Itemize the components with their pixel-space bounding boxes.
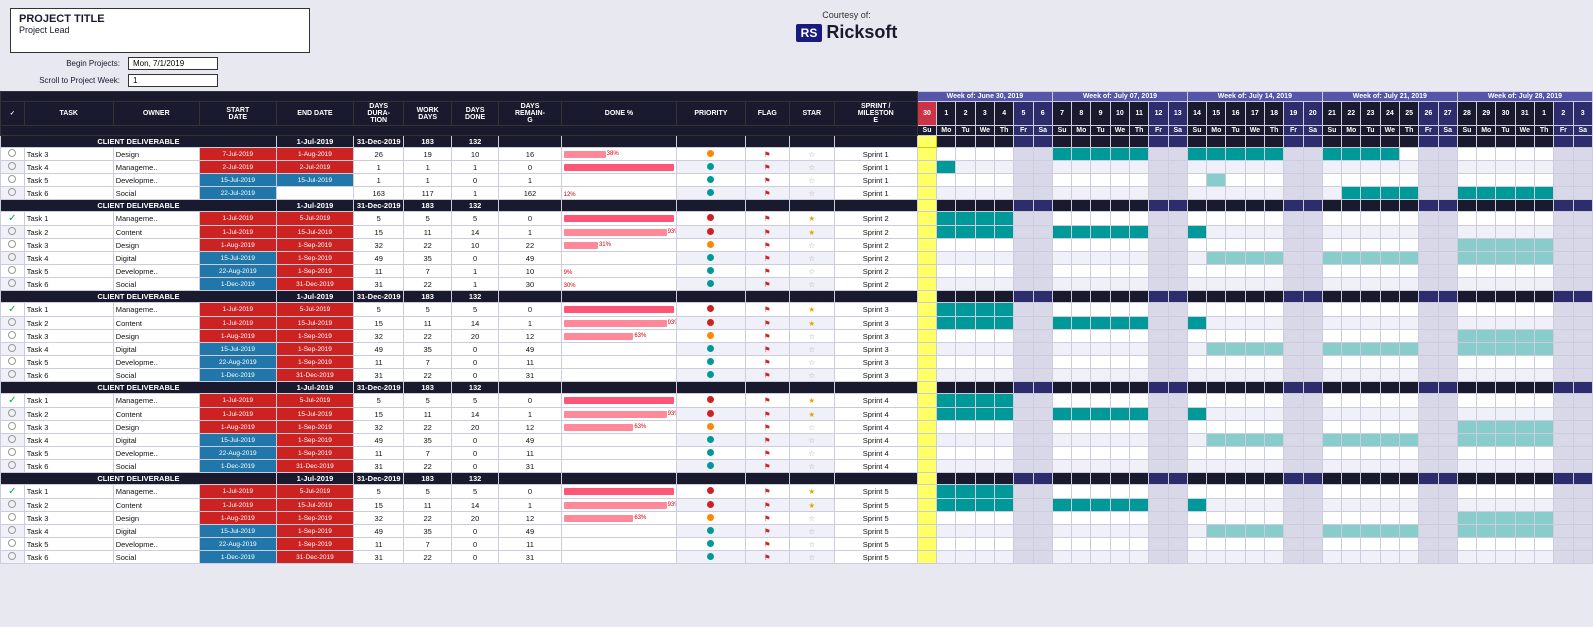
- task-row: Task 3Design 1-Aug-20191-Sep-2019 3222 2…: [1, 512, 1593, 525]
- task-row: Task 5 Developme.. 15-Jul-2019 15-Jul-20…: [1, 174, 1593, 187]
- star-cell: ☆: [790, 161, 835, 174]
- flag-cell: ⚑: [745, 187, 790, 200]
- deliverable-row-sprint5: CLIENT DELIVERABLE 1-Jul-201931-Dec-2019…: [1, 473, 1593, 485]
- priority-dot: [707, 254, 714, 261]
- priority-dot: [707, 267, 714, 274]
- star-cell: ☆: [790, 174, 835, 187]
- day-number-row: ✓ TASK OWNER STARTDATE END DATE DAYSDURA…: [1, 102, 1593, 126]
- task-row: ✓ Task 1Manageme.. 1-Jul-20195-Jul-2019 …: [1, 485, 1593, 499]
- day-label-row: SuMoTuWeThFrSa SuMoTuWeThFrSa SuMoTuWeTh…: [1, 126, 1593, 136]
- deliverable-row-sprint4: CLIENT DELIVERABLE 1-Jul-201931-Dec-2019…: [1, 382, 1593, 394]
- ricksoft-logo: RS Ricksoft: [310, 22, 1383, 43]
- task-row: Task 4 Digital 15-Jul-2019 1-Sep-2019 49…: [1, 252, 1593, 265]
- priority-dot: [707, 241, 714, 248]
- task-row: Task 2Content 1-Jul-201915-Jul-2019 1511…: [1, 499, 1593, 512]
- begin-projects-label: Begin Projects:: [20, 59, 120, 68]
- begin-projects-value[interactable]: Mon, 7/1/2019: [128, 57, 218, 70]
- check-empty[interactable]: [8, 149, 16, 157]
- priority-dot: [707, 150, 714, 157]
- task-row: Task 3Design 1-Aug-20191-Sep-2019 3222 2…: [1, 421, 1593, 434]
- rs-badge: RS: [796, 24, 823, 42]
- week-4-header: Week of: July 21, 2019: [1322, 92, 1457, 102]
- priority-dot: [707, 163, 714, 170]
- deliverable-row-sprint2: CLIENT DELIVERABLE 1-Jul-2019 31-Dec-201…: [1, 200, 1593, 212]
- task-row: Task 6Social 1-Dec-201931-Dec-2019 3122 …: [1, 551, 1593, 564]
- gantt-table: Week of: June 30, 2019 Week of: July 07,…: [0, 91, 1593, 564]
- ricksoft-name: Ricksoft: [826, 22, 897, 43]
- task-row: Task 2 Content 1-Jul-2019 15-Jul-2019 15…: [1, 226, 1593, 239]
- task-row: Task 5 Developme.. 22-Aug-2019 1-Sep-201…: [1, 265, 1593, 278]
- priority-dot: [707, 280, 714, 287]
- star-cell: ☆: [790, 148, 835, 161]
- project-lead: Project Lead: [19, 25, 301, 35]
- top-header: PROJECT TITLE Project Lead Begin Project…: [0, 0, 1593, 91]
- task-row: Task 5Developme.. 22-Aug-20191-Sep-2019 …: [1, 447, 1593, 460]
- week-2-header: Week of: July 07, 2019: [1052, 92, 1187, 102]
- gantt-body: CLIENT DELIVERABLE 1-Jul-2019 31-Dec-201…: [1, 136, 1593, 564]
- project-info-box: PROJECT TITLE Project Lead: [10, 8, 310, 53]
- task-row: Task 4 Manageme.. 2-Jul-2019 2-Jul-2019 …: [1, 161, 1593, 174]
- task-row: Task 2Content 1-Jul-201915-Jul-2019 1511…: [1, 408, 1593, 421]
- task-row: ✓ Task 1Manageme.. 1-Jul-20195-Jul-2019 …: [1, 303, 1593, 317]
- star-cell: ☆: [790, 187, 835, 200]
- scroll-value[interactable]: 1: [128, 74, 218, 87]
- priority-dot: [707, 189, 714, 196]
- deliverable-row-sprint3: CLIENT DELIVERABLE 1-Jul-201931-Dec-2019…: [1, 291, 1593, 303]
- main-container: PROJECT TITLE Project Lead Begin Project…: [0, 0, 1593, 627]
- courtesy-text: Courtesy of:: [310, 10, 1383, 20]
- project-title: PROJECT TITLE: [19, 13, 301, 25]
- progress-bar: 38%: [564, 151, 675, 158]
- flag-cell: ⚑: [745, 174, 790, 187]
- task-row: Task 3Design 1-Aug-20191-Sep-2019 3222 2…: [1, 330, 1593, 343]
- check-empty[interactable]: [8, 188, 16, 196]
- gantt-area: Week of: June 30, 2019 Week of: July 07,…: [0, 91, 1593, 627]
- deliverable-row-sprint1: CLIENT DELIVERABLE 1-Jul-2019 31-Dec-201…: [1, 136, 1593, 148]
- task-row: Task 2Content 1-Jul-201915-Jul-2019 1511…: [1, 317, 1593, 330]
- task-row: ✓ Task 1Manageme.. 1-Jul-20195-Jul-2019 …: [1, 394, 1593, 408]
- task-row: ✓ Task 1 Manageme.. 1-Jul-2019 5-Jul-201…: [1, 212, 1593, 226]
- check-empty[interactable]: [8, 162, 16, 170]
- task-row: Task 4Digital 15-Jul-20191-Sep-2019 4935…: [1, 343, 1593, 356]
- priority-dot: [707, 228, 714, 235]
- priority-dot: [707, 176, 714, 183]
- task-row: Task 6Social 1-Dec-201931-Dec-2019 3122 …: [1, 460, 1593, 473]
- scroll-label: Scroll to Project Week:: [20, 76, 120, 85]
- gantt-header: Week of: June 30, 2019 Week of: July 07,…: [1, 92, 1593, 136]
- task-row: Task 5Developme.. 22-Aug-20191-Sep-2019 …: [1, 538, 1593, 551]
- week-5-header: Week of: July 28, 2019: [1457, 92, 1592, 102]
- week-3-header: Week of: July 14, 2019: [1187, 92, 1322, 102]
- task-row: Task 5Developme.. 22-Aug-20191-Sep-2019 …: [1, 356, 1593, 369]
- task-row: Task 3 Design 7-Jul-2019 1-Aug-2019 26 1…: [1, 148, 1593, 161]
- task-row: Task 6 Social 22-Jul-2019 163 117 1 162 …: [1, 187, 1593, 200]
- flag-cell: ⚑: [745, 148, 790, 161]
- priority-dot: [707, 214, 714, 221]
- week-label-row: Week of: June 30, 2019 Week of: July 07,…: [1, 92, 1593, 102]
- progress-bar: 100%: [564, 164, 675, 171]
- task-row: Task 4Digital 15-Jul-20191-Sep-2019 4935…: [1, 525, 1593, 538]
- task-row: Task 6Social 1-Dec-201931-Dec-2019 3122 …: [1, 369, 1593, 382]
- task-row: Task 3 Design 1-Aug-2019 1-Sep-2019 32 2…: [1, 239, 1593, 252]
- task-row: Task 4Digital 15-Jul-20191-Sep-2019 4935…: [1, 434, 1593, 447]
- task-row: Task 6 Social 1-Dec-2019 31-Dec-2019 31 …: [1, 278, 1593, 291]
- flag-cell: ⚑: [745, 161, 790, 174]
- week-1-header: Week of: June 30, 2019: [917, 92, 1052, 102]
- check-empty[interactable]: [8, 175, 16, 183]
- courtesy-section: Courtesy of: RS Ricksoft: [310, 8, 1383, 43]
